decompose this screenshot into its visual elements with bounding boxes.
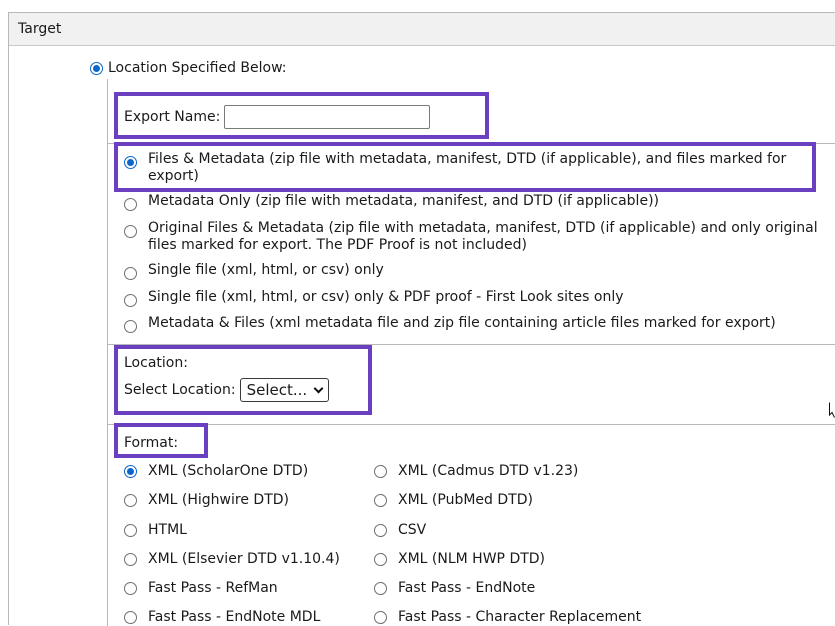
format-option[interactable]: Fast Pass - RefMan <box>124 580 278 596</box>
format-option[interactable]: XML (ScholarOne DTD) <box>124 463 308 479</box>
mouse-cursor-icon <box>829 402 835 418</box>
format-label: HTML <box>148 522 187 538</box>
export-settings: Export Name: Files & Metadata (zip file … <box>107 79 835 626</box>
format-highlight <box>114 423 208 458</box>
location-specified-label: Location Specified Below: <box>108 60 287 76</box>
location-highlight <box>114 345 372 415</box>
divider <box>108 424 835 425</box>
location-specified-radio[interactable] <box>90 61 103 75</box>
format-label: XML (PubMed DTD) <box>398 492 533 508</box>
format-option[interactable]: Fast Pass - EndNote <box>374 580 535 596</box>
format-radio[interactable] <box>374 610 387 624</box>
export-name-highlight <box>114 92 489 139</box>
target-panel: Target Location Specified Below: Export … <box>8 12 835 626</box>
format-label: Fast Pass - RefMan <box>148 580 278 596</box>
export-type-option[interactable]: Metadata & Files (xml metadata file and … <box>124 315 776 333</box>
format-option[interactable]: Fast Pass - EndNote MDL <box>124 609 320 625</box>
format-label: Fast Pass - EndNote MDL <box>148 609 321 625</box>
format-option[interactable]: XML (Cadmus DTD v1.23) <box>374 463 578 479</box>
format-radio[interactable] <box>374 523 387 537</box>
format-option[interactable]: XML (PubMed DTD) <box>374 492 533 508</box>
export-type-option[interactable]: Single file (xml, html, or csv) only <box>124 262 384 280</box>
panel-header: Target <box>9 13 835 46</box>
format-radio[interactable] <box>374 581 387 595</box>
format-radio[interactable] <box>124 552 137 566</box>
export-type-radio[interactable] <box>124 294 137 307</box>
format-label: XML (Cadmus DTD v1.23) <box>398 463 579 479</box>
format-radio[interactable] <box>124 581 137 595</box>
format-radio[interactable] <box>124 493 137 507</box>
export-type-radio[interactable] <box>124 320 137 333</box>
format-label: Fast Pass - Character Replacement <box>398 609 642 625</box>
format-option[interactable]: HTML <box>124 522 187 538</box>
format-option[interactable]: XML (Elsevier DTD v1.10.4) <box>124 551 340 567</box>
format-radio[interactable] <box>374 493 387 507</box>
format-option[interactable]: CSV <box>374 522 426 538</box>
export-type-label: Original Files & Metadata (zip file with… <box>148 220 818 253</box>
format-label: XML (Highwire DTD) <box>148 492 289 508</box>
export-type-highlight <box>114 142 816 192</box>
export-type-option[interactable]: Single file (xml, html, or csv) only & P… <box>124 289 624 307</box>
format-radio[interactable] <box>374 552 387 566</box>
export-type-radio[interactable] <box>124 225 137 238</box>
format-label: XML (Elsevier DTD v1.10.4) <box>148 551 340 567</box>
export-type-label: Single file (xml, html, or csv) only <box>148 262 384 278</box>
format-label: XML (NLM HWP DTD) <box>398 551 546 567</box>
panel-title: Target <box>18 21 62 37</box>
format-radio[interactable] <box>124 610 137 624</box>
format-label: CSV <box>398 522 427 538</box>
export-type-option[interactable]: Metadata Only (zip file with metadata, m… <box>124 193 659 211</box>
format-radio[interactable] <box>124 464 137 478</box>
format-option[interactable]: XML (Highwire DTD) <box>124 492 289 508</box>
export-type-label: Single file (xml, html, or csv) only & P… <box>148 289 624 305</box>
export-type-radio[interactable] <box>124 198 137 211</box>
format-radio[interactable] <box>374 464 387 478</box>
format-radio[interactable] <box>124 523 137 537</box>
export-type-option[interactable]: Original Files & Metadata (zip file with… <box>124 220 828 254</box>
location-specified-option[interactable]: Location Specified Below: <box>90 60 286 76</box>
export-type-label: Metadata Only (zip file with metadata, m… <box>148 193 659 209</box>
format-option[interactable]: Fast Pass - Character Replacement <box>374 609 641 625</box>
format-option[interactable]: XML (NLM HWP DTD) <box>374 551 545 567</box>
export-type-label: Metadata & Files (xml metadata file and … <box>148 315 776 331</box>
format-label: XML (ScholarOne DTD) <box>148 463 309 479</box>
format-label: Fast Pass - EndNote <box>398 580 536 596</box>
export-type-radio[interactable] <box>124 267 137 280</box>
